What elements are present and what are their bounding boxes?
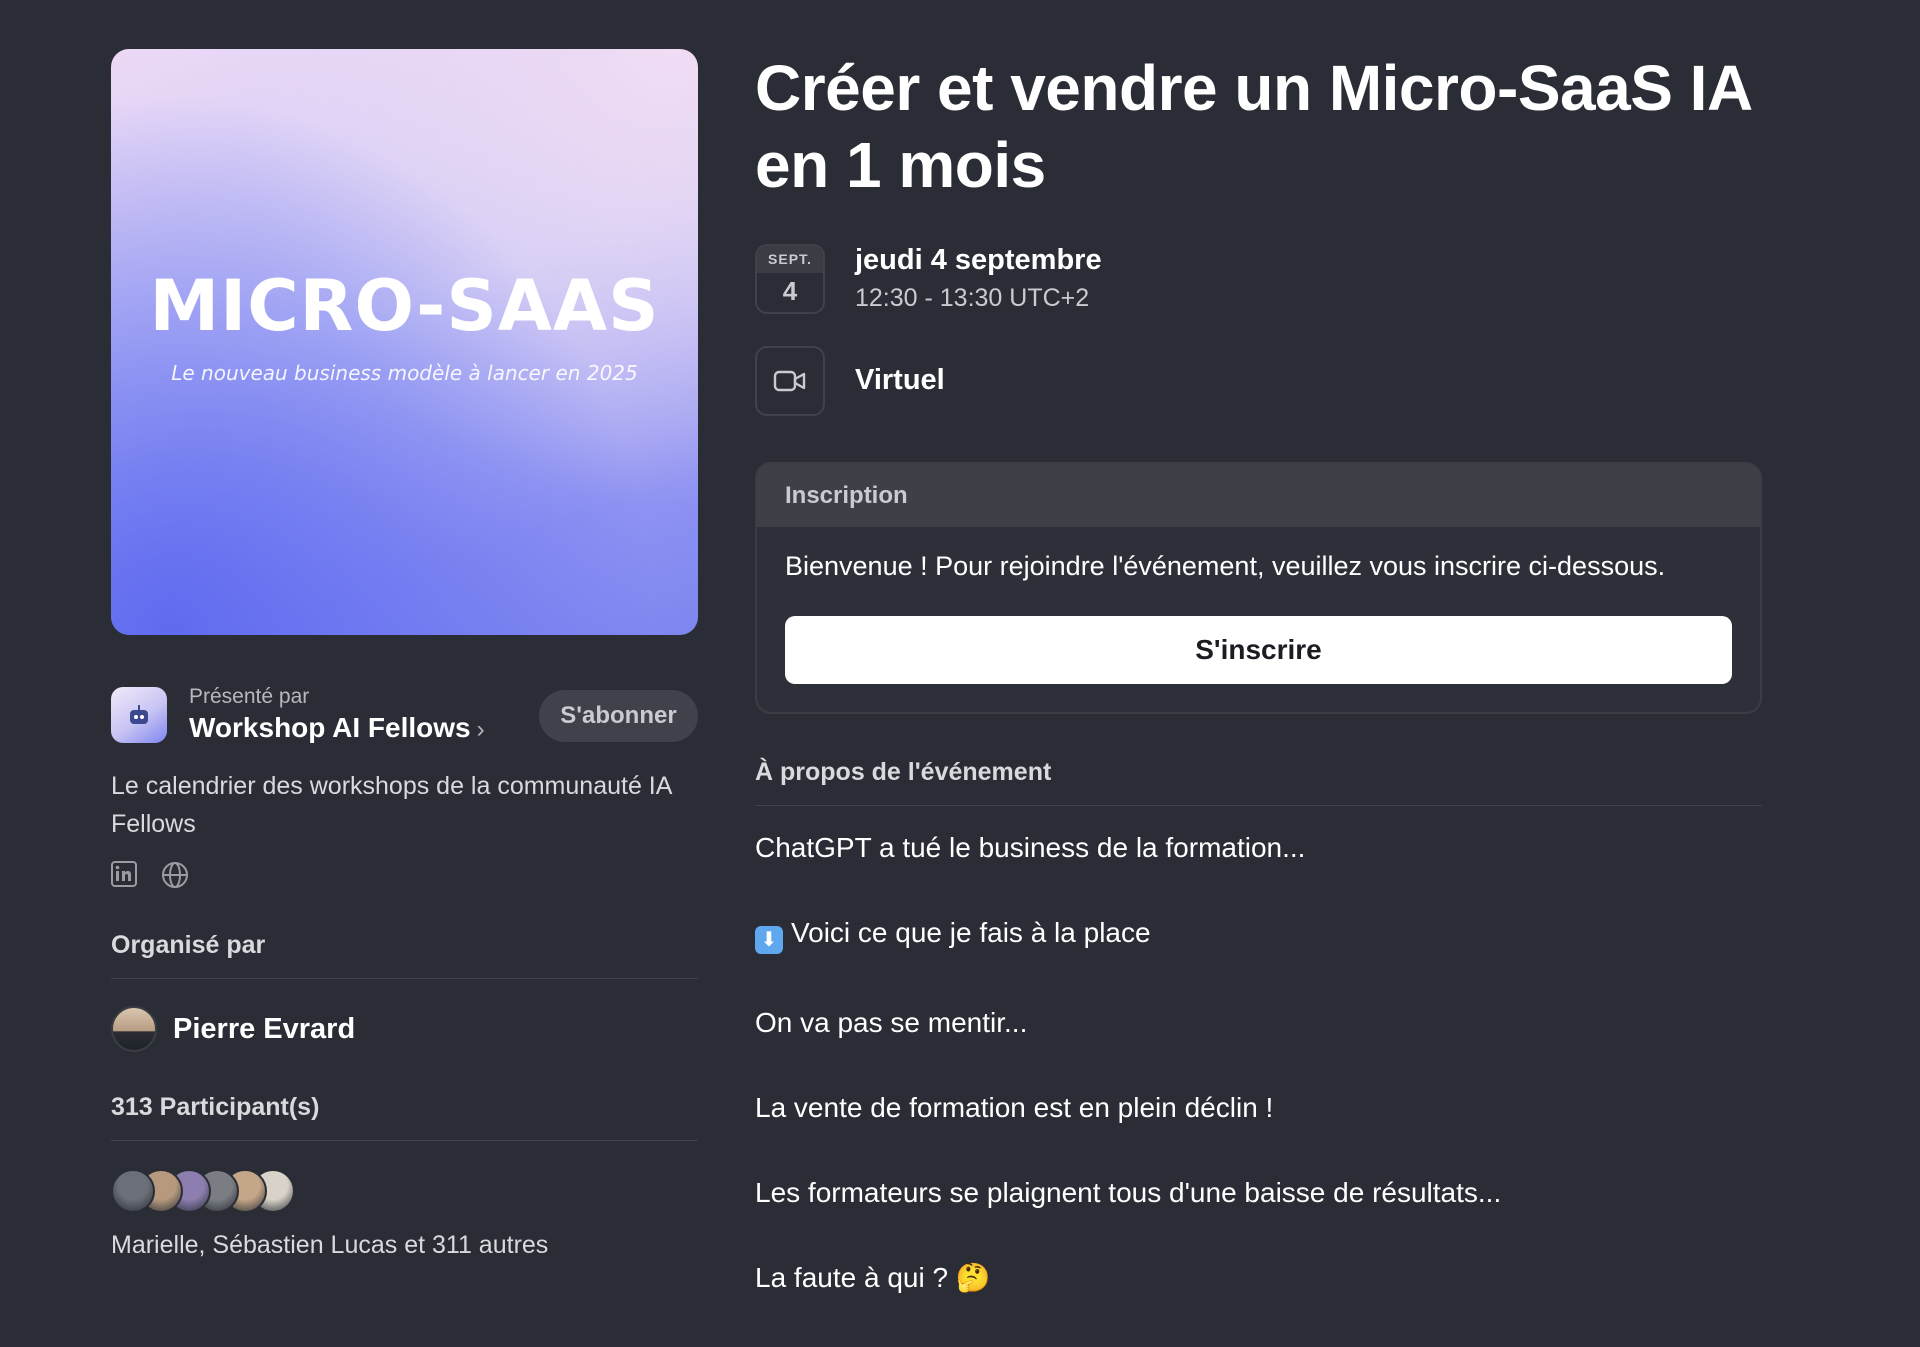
chevron-right-icon: › (476, 716, 485, 743)
about-line: La vente de formation est en plein décli… (755, 1092, 1274, 1123)
event-date-row: SEPT. 4 jeudi 4 septembre 12:30 - 13:30 … (755, 244, 1762, 316)
about-heading: À propos de l'événement (755, 758, 1762, 806)
cover-title: MICRO-SAAS (149, 265, 660, 347)
registration-text: Bienvenue ! Pour rejoindre l'événement, … (785, 551, 1666, 581)
about-line: Les formateurs se plaignent tous d'une b… (755, 1177, 1502, 1208)
about-line-text: Voici ce que je fais à la place (791, 917, 1151, 948)
organizer-avatar (111, 1006, 157, 1052)
presenter-block: Présenté par Workshop AI Fellows › S'abon… (111, 685, 698, 747)
presenter-description: Le calendrier des workshops de la commun… (111, 772, 672, 838)
venue-label: Virtuel (855, 364, 945, 396)
participant-avatars[interactable] (111, 1169, 698, 1213)
event-venue-row: Virtuel (755, 346, 1762, 418)
cover-subtitle: Le nouveau business modèle à lancer en 2… (171, 361, 638, 385)
video-camera-icon (755, 346, 825, 416)
participant-avatar (111, 1169, 155, 1213)
social-links (111, 861, 698, 889)
globe-icon[interactable] (161, 861, 189, 889)
about-line: ChatGPT a tué le business de la formatio… (755, 832, 1306, 863)
participants-summary: Marielle, Sébastien Lucas et 311 autres (111, 1231, 549, 1259)
calendar-robot-icon (130, 705, 148, 724)
presented-by-label: Présenté par (189, 685, 310, 708)
subscribe-button[interactable]: S'abonner (539, 690, 698, 742)
registration-heading: Inscription (757, 464, 1760, 527)
right-column: Créer et vendre un Micro-SaaS IA en 1 mo… (755, 50, 1762, 1347)
date-day: 4 (782, 276, 798, 306)
event-cover-image: MICRO-SAAS Le nouveau business modèle à … (111, 49, 698, 635)
date-month: SEPT. (757, 246, 823, 273)
presenter-name-link[interactable]: Workshop AI Fellows › (189, 712, 485, 744)
registration-body: Bienvenue ! Pour rejoindre l'événement, … (757, 527, 1760, 712)
about-line: On va pas se mentir... (755, 1007, 1028, 1038)
about-line: ⬇ Voici ce que je fais à la place (755, 917, 1762, 954)
presenter-name: Workshop AI Fellows (189, 712, 471, 743)
down-arrow-icon: ⬇ (755, 926, 783, 954)
organizer-row[interactable]: Pierre Evrard (111, 1006, 698, 1052)
left-column: MICRO-SAAS Le nouveau business modèle à … (111, 49, 698, 1260)
about-description: ChatGPT a tué le business de la formatio… (755, 832, 1762, 1294)
organizer-name: Pierre Evrard (173, 1012, 356, 1045)
presenter-logo[interactable] (111, 687, 167, 743)
participants-heading: 313 Participant(s) (111, 1093, 698, 1141)
register-button[interactable]: S'inscrire (785, 616, 1732, 684)
linkedin-icon[interactable] (111, 861, 139, 889)
about-line: La faute à qui ? 🤔 (755, 1262, 991, 1293)
event-title: Créer et vendre un Micro-SaaS IA en 1 mo… (755, 52, 1751, 201)
organizer-heading: Organisé par (111, 931, 698, 979)
event-time: 12:30 - 13:30 UTC+2 (855, 284, 1090, 312)
event-date: jeudi 4 septembre (855, 244, 1102, 276)
calendar-date-badge: SEPT. 4 (755, 244, 825, 314)
registration-card: Inscription Bienvenue ! Pour rejoindre l… (755, 462, 1762, 714)
